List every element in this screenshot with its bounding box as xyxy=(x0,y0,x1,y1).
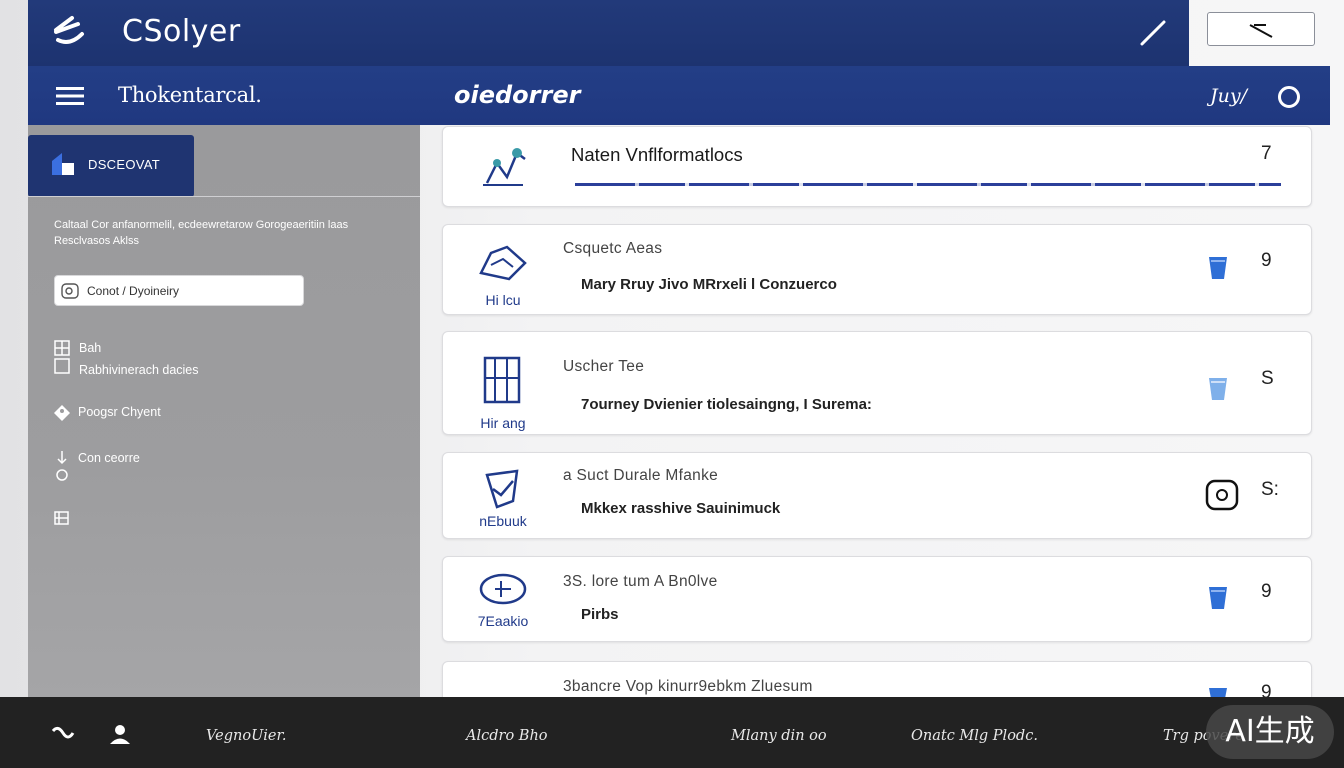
card-count: 9 xyxy=(1261,250,1272,271)
link-icon[interactable] xyxy=(50,723,76,743)
user-icon[interactable] xyxy=(108,723,132,745)
card-main-text: Pirbs xyxy=(581,606,619,623)
sidebar-tab-label: DSCEOVAT xyxy=(88,157,160,172)
card-count: S: xyxy=(1261,479,1279,500)
card-item-4[interactable]: nEbuuk a Suct Durale Mfanke Mkkex rasshi… xyxy=(442,452,1312,539)
brand-logo-text[interactable]: oiedorrer xyxy=(454,81,580,109)
app-title: CSolyer xyxy=(122,14,241,49)
card-item-3[interactable]: Hir ang Uscher Tee 7ourney Dvienier tiol… xyxy=(442,331,1312,435)
list-icon xyxy=(54,511,69,525)
card-main-text: 7ourney Dvienier tiolesaingng, I Surema: xyxy=(581,396,872,413)
search-icon xyxy=(61,283,79,299)
sidebar-item-more[interactable] xyxy=(54,511,74,527)
card-title: Naten Vnflformatlocs xyxy=(571,144,743,165)
cup-icon[interactable] xyxy=(1205,374,1231,402)
shield-icon xyxy=(485,469,519,509)
window-action-button[interactable] xyxy=(1207,12,1315,46)
hamburger-menu-icon[interactable] xyxy=(56,86,84,106)
card-caption: Hi lcu xyxy=(485,292,521,308)
nav-action-link[interactable]: Juy/ xyxy=(1210,85,1247,107)
card-main-text: Mary Rruy Jivo MRrxeli l Conzuerco xyxy=(581,276,837,293)
card-item-2[interactable]: Hi lcu Csquetc Aeas Mary Rruy Jivo MRrxe… xyxy=(442,224,1312,315)
network-icon xyxy=(483,148,526,186)
top-bar: CSolyer xyxy=(28,0,1189,66)
card-item-5[interactable]: 7Eaakio 3S. lore tum A Bn0lve Pirbs 9 xyxy=(442,556,1312,642)
nav-bar: Thokentarcal. oiedorrer Juy/ xyxy=(28,66,1330,125)
cup-icon[interactable] xyxy=(1205,583,1231,611)
sidebar-item-label: Poogsr Chyent xyxy=(78,405,161,419)
footer-bar: VegnoUier. Alcdro Bho Mlany din oo Onatc… xyxy=(0,697,1344,768)
footer-link-1[interactable]: VegnoUier. xyxy=(206,728,286,744)
footer-link-2[interactable]: Alcdro Bho xyxy=(466,728,548,744)
sidebar-item-bah[interactable]: Bah Rabhivinerach dacies xyxy=(54,339,354,379)
download-icon xyxy=(56,451,68,481)
pencil-icon[interactable] xyxy=(1138,18,1168,48)
sidebar-search-value: Conot / Dyoineiry xyxy=(87,284,180,298)
card-count: 7 xyxy=(1261,143,1272,164)
sidebar-description: Caltaal Cor anfanormelil, ecdeewretarow … xyxy=(54,219,349,247)
footer-link-4[interactable]: Onatc Mlg Plodc. xyxy=(911,728,1038,744)
nav-title: Thokentarcal. xyxy=(118,83,262,107)
sidebar-item-label: Bah xyxy=(79,341,102,355)
circle-icon[interactable] xyxy=(1278,86,1300,108)
watermark-badge: AI生成 xyxy=(1206,705,1334,759)
sidebar-tab-discover[interactable]: DSCEOVAT xyxy=(28,135,194,197)
card-caption: nEbuuk xyxy=(479,513,527,529)
badge-icon xyxy=(479,573,527,605)
logo-icon xyxy=(54,16,84,44)
sidebar-divider xyxy=(28,196,420,197)
progress-line xyxy=(575,183,1281,186)
card-subtitle: 3S. lore tum A Bn0lve xyxy=(563,573,718,590)
resize-icon xyxy=(1249,24,1273,38)
card-subtitle: 3bancre Vop kinurr9ebkm Zluesum xyxy=(563,678,813,695)
building-icon xyxy=(483,356,521,404)
card-main-text: Mkkex rasshive Sauinimuck xyxy=(581,500,781,517)
cup-icon[interactable] xyxy=(1205,253,1231,281)
sidebar-item-sublabel: Rabhivinerach dacies xyxy=(79,363,199,377)
sidebar-item-concorre[interactable]: Con ceorre xyxy=(54,449,354,485)
sidebar-item-label: Con ceorre xyxy=(78,451,140,465)
card-subtitle: a Suct Durale Mfanke xyxy=(563,467,719,484)
card-caption: Hir ang xyxy=(480,415,526,431)
discover-icon xyxy=(52,153,74,175)
card-count: S xyxy=(1261,368,1274,389)
card-subtitle: Uscher Tee xyxy=(563,358,645,375)
app-window: CSolyer Thokentarcal. oiedorrer Juy/ DSC… xyxy=(0,0,1344,768)
sidebar-item-poogsr[interactable]: Poogsr Chyent xyxy=(52,403,352,423)
camera-icon[interactable] xyxy=(1205,479,1239,511)
footer-link-3[interactable]: Mlany din oo xyxy=(731,728,827,744)
sidebar: DSCEOVAT Caltaal Cor anfanormelil, ecdee… xyxy=(28,125,420,697)
card-item-1[interactable]: Naten Vnflformatlocs 7 xyxy=(442,126,1312,207)
card-caption: 7Eaakio xyxy=(477,613,529,629)
card-count: 9 xyxy=(1261,581,1272,602)
tag-icon xyxy=(54,405,70,421)
grid-icon xyxy=(54,340,70,374)
sidebar-search-input[interactable]: Conot / Dyoineiry xyxy=(54,275,304,306)
map-icon xyxy=(479,245,527,281)
card-subtitle: Csquetc Aeas xyxy=(563,240,663,257)
